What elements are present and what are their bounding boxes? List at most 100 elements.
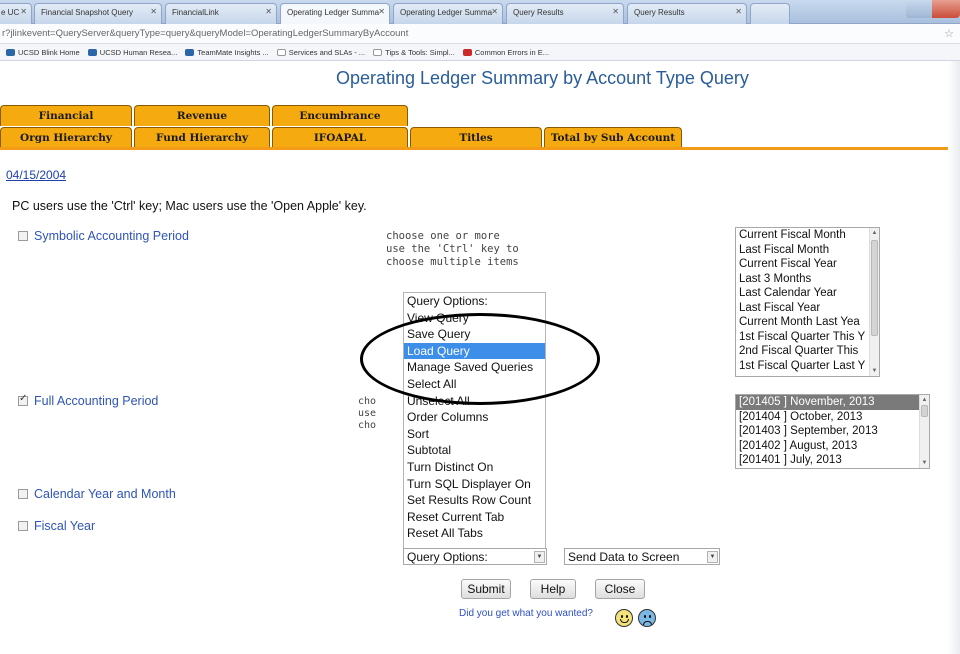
list-item-selected[interactable]: [201405 ] November, 2013 — [736, 395, 929, 410]
page-icon — [373, 49, 383, 56]
smiley-sad-icon[interactable] — [638, 609, 656, 627]
dropdown-option[interactable]: Select All — [404, 376, 545, 393]
minimize-icon[interactable] — [906, 0, 932, 18]
tab-total-by-sub-account[interactable]: Total by Sub Account — [544, 127, 682, 148]
dropdown-option[interactable]: Save Query — [404, 326, 545, 343]
browser-tab[interactable]: Query Results ✕ — [627, 3, 747, 24]
calendar-year-label[interactable]: Calendar Year and Month — [34, 487, 176, 501]
browser-tab[interactable]: Query Results ✕ — [506, 3, 624, 24]
scroll-up-icon[interactable]: ▲ — [870, 230, 879, 236]
dropdown-option[interactable]: Reset Current Tab — [404, 509, 545, 526]
bookmark-item[interactable]: Common Errors in E... — [462, 48, 550, 57]
help-button[interactable]: Help — [530, 579, 576, 599]
bookmark-item[interactable]: Tips & Tools: Simpl... — [373, 48, 455, 57]
bookmark-item[interactable]: TeamMate Insights ... — [185, 48, 269, 57]
dropdown-option[interactable]: Query Options: — [404, 293, 545, 310]
list-item[interactable]: 2nd Fiscal Quarter This — [736, 344, 879, 359]
scroll-up-icon[interactable]: ▲ — [920, 397, 929, 403]
multi-select-hint: PC users use the 'Ctrl' key; Mac users u… — [12, 199, 367, 213]
list-item[interactable]: Last 3 Months — [736, 272, 879, 287]
close-icon[interactable]: ✕ — [378, 7, 385, 16]
list-item[interactable]: 1st Fiscal Quarter Last Y — [736, 359, 879, 374]
dropdown-option[interactable]: Set Results Row Count — [404, 492, 545, 509]
bookmark-label: Common Errors in E... — [474, 48, 550, 57]
scrollbar-thumb[interactable] — [871, 240, 878, 336]
close-icon[interactable]: ✕ — [265, 7, 272, 16]
calendar-year-checkbox[interactable] — [18, 489, 28, 499]
bookmark-item[interactable]: Services and SLAs - ... — [276, 48, 365, 57]
dropdown-option-highlighted[interactable]: Load Query — [404, 342, 545, 360]
close-icon[interactable]: ✕ — [612, 7, 619, 16]
tab-orgn-hierarchy[interactable]: Orgn Hierarchy — [0, 127, 132, 148]
query-options-dropdown-list[interactable]: Query Options: View Query Save Query Loa… — [403, 292, 546, 549]
symbolic-period-checkbox[interactable] — [18, 231, 28, 241]
date-link[interactable]: 04/15/2004 — [6, 168, 66, 182]
tab-label: Operating Ledger Summa — [400, 8, 493, 17]
full-period-listbox[interactable]: [201405 ] November, 2013 [201404 ] Octob… — [735, 394, 930, 469]
dropdown-option[interactable]: Unselect All — [404, 393, 545, 410]
chevron-down-icon[interactable]: ▼ — [707, 551, 718, 563]
list-item[interactable]: Last Calendar Year — [736, 286, 879, 301]
query-options-select[interactable]: Query Options: ▼ — [403, 548, 547, 565]
symbolic-period-listbox[interactable]: Current Fiscal Month Last Fiscal Month C… — [735, 227, 880, 377]
bookmark-item[interactable]: UCSD Human Resea... — [87, 48, 177, 57]
dropdown-option[interactable]: Subtotal — [404, 442, 545, 459]
fiscal-year-checkbox[interactable] — [18, 521, 28, 531]
fiscal-year-label[interactable]: Fiscal Year — [34, 519, 95, 533]
window-controls[interactable] — [906, 0, 960, 18]
list-item[interactable]: Current Month Last Yea — [736, 315, 879, 330]
scroll-down-icon[interactable]: ▼ — [870, 368, 879, 374]
list-item[interactable]: [201404 ] October, 2013 — [736, 410, 929, 425]
send-data-select[interactable]: Send Data to Screen ▼ — [564, 548, 720, 565]
chevron-down-icon[interactable]: ▼ — [534, 551, 545, 563]
address-bar[interactable]: r?jlinkevent=QueryServer&queryType=query… — [0, 24, 960, 44]
browser-tab[interactable]: Operating Ledger Summa ✕ — [393, 3, 503, 24]
close-icon[interactable]: ✕ — [491, 7, 498, 16]
new-tab-button[interactable] — [750, 3, 790, 24]
list-item[interactable]: Last Fiscal Year — [736, 301, 879, 316]
browser-tab-active[interactable]: Operating Ledger Summa ✕ — [280, 3, 390, 24]
tab-encumbrance[interactable]: Encumbrance — [272, 105, 408, 126]
full-period-label[interactable]: Full Accounting Period — [34, 394, 158, 408]
browser-tab[interactable]: FinancialLink ✕ — [165, 3, 277, 24]
tab-titles[interactable]: Titles — [410, 127, 542, 148]
dropdown-option[interactable]: Turn SQL Displayer On — [404, 476, 545, 493]
tab-ifoapal[interactable]: IFOAPAL — [272, 127, 408, 148]
list-item[interactable]: [201402 ] August, 2013 — [736, 439, 929, 454]
dropdown-option[interactable]: Sort — [404, 426, 545, 443]
submit-button[interactable]: Submit — [461, 579, 511, 599]
full-period-checkbox[interactable] — [18, 393, 28, 406]
symbolic-period-row: Symbolic Accounting Period — [18, 229, 189, 243]
dropdown-option[interactable]: Order Columns — [404, 409, 545, 426]
select-value: Send Data to Screen — [568, 550, 680, 564]
list-item[interactable]: Current Fiscal Month — [736, 228, 879, 243]
close-button[interactable]: Close — [595, 579, 645, 599]
tab-fund-hierarchy[interactable]: Fund Hierarchy — [134, 127, 270, 148]
close-icon[interactable]: ✕ — [150, 7, 157, 16]
scroll-down-icon[interactable]: ▼ — [920, 460, 929, 466]
list-item[interactable]: [201403 ] September, 2013 — [736, 424, 929, 439]
browser-tab[interactable]: Financial Snapshot Query ✕ — [34, 3, 162, 24]
scrollbar-thumb[interactable] — [921, 405, 928, 417]
tab-revenue[interactable]: Revenue — [134, 105, 270, 126]
tab-financial[interactable]: Financial — [0, 105, 132, 126]
dropdown-option[interactable]: Manage Saved Queries — [404, 359, 545, 376]
dropdown-option[interactable]: Turn Distinct On — [404, 459, 545, 476]
dropdown-option[interactable]: View Query — [404, 310, 545, 327]
smiley-happy-icon[interactable] — [615, 609, 633, 627]
list-item[interactable]: [201401 ] July, 2013 — [736, 453, 929, 468]
symbolic-period-label[interactable]: Symbolic Accounting Period — [34, 229, 189, 243]
bookmark-item[interactable]: UCSD Blink Home — [6, 48, 80, 57]
bookmark-star-icon[interactable]: ☆ — [944, 27, 954, 40]
list-item[interactable]: Current Fiscal Year — [736, 257, 879, 272]
list-item[interactable]: Last Fiscal Month — [736, 243, 879, 258]
scrollbar[interactable]: ▲ ▼ — [869, 228, 879, 376]
dropdown-option[interactable]: Reset All Tabs — [404, 525, 545, 542]
page-icon — [276, 49, 286, 56]
close-icon[interactable]: ✕ — [735, 7, 742, 16]
scrollbar[interactable]: ▲ ▼ — [919, 395, 929, 468]
list-item[interactable]: 1st Fiscal Quarter This Y — [736, 330, 879, 345]
browser-tab[interactable]: e UC ✕ — [0, 3, 32, 24]
close-icon[interactable]: ✕ — [20, 7, 27, 16]
select-value: Query Options: — [407, 550, 488, 564]
